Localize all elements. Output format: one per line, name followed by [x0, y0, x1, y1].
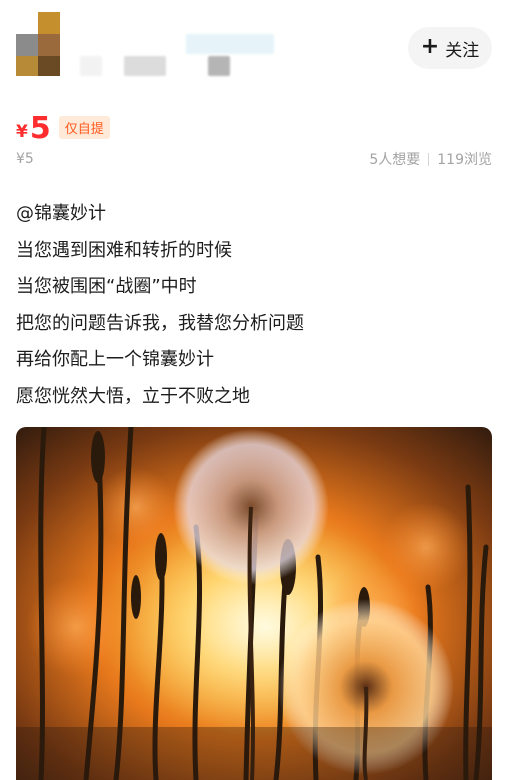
- stats-divider: [428, 152, 430, 166]
- price-value: 5: [29, 111, 51, 146]
- price-row: ¥ 5 仅自提: [16, 108, 110, 148]
- username-blur: [124, 56, 166, 76]
- dandelion-sunset-image[interactable]: [16, 427, 492, 780]
- item-stats: 5人想要 119浏览: [369, 149, 492, 169]
- follow-button-label: 关注: [445, 40, 480, 61]
- photo-canvas: [16, 427, 492, 780]
- item-description: @锦囊妙计 当您遇到困难和转折的时候 当您被围困“战圈”中时 把您的问题告诉我，…: [16, 196, 490, 416]
- avatar[interactable]: [16, 12, 60, 76]
- description-line: 当您被围困“战圈”中时: [16, 276, 197, 298]
- description-line: 再给你配上一个锦囊妙计: [16, 349, 214, 371]
- wants-count: 5人想要: [369, 152, 421, 168]
- username-blur: [80, 56, 102, 76]
- description-line: @锦囊妙计: [16, 203, 106, 224]
- username-blur: [186, 34, 274, 54]
- views-count: 119浏览: [437, 152, 492, 168]
- price-currency: ¥: [16, 122, 28, 142]
- seller-header: + 关注: [0, 0, 506, 100]
- description-line: 把您的问题告诉我，我替您分析问题: [16, 312, 304, 334]
- description-line: 愿您恍然大悟，立于不败之地: [16, 385, 250, 407]
- plus-icon: +: [420, 34, 440, 59]
- original-price: ¥5: [16, 151, 34, 167]
- username-blur: [208, 56, 230, 76]
- pickup-only-badge: 仅自提: [58, 116, 110, 139]
- description-line: 当您遇到困难和转折的时候: [16, 239, 232, 261]
- follow-button[interactable]: + 关注: [408, 27, 492, 69]
